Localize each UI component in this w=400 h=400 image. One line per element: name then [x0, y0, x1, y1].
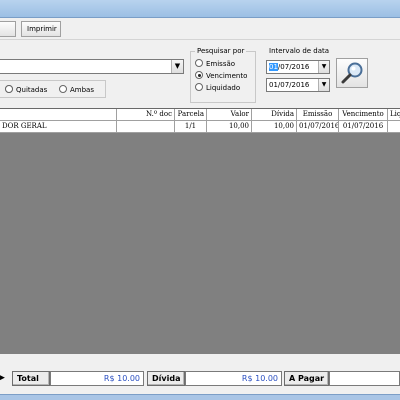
divida-value: R$ 10.00 [185, 371, 282, 386]
column-header-emissao[interactable]: Emissão [297, 109, 339, 121]
start-date-picker[interactable]: 01/07/2016 ▼ [266, 60, 330, 74]
chevron-down-icon[interactable]: ▼ [318, 61, 329, 73]
search-by-emissao-radio[interactable]: Emissão [195, 59, 235, 69]
column-header-name[interactable] [0, 109, 117, 121]
search-by-group: Pesquisar por Emissão Vencimento Liquida… [190, 47, 256, 103]
total-label: Total [12, 371, 50, 386]
cell-liq [388, 121, 400, 133]
column-header-doc[interactable]: N.º doc [117, 109, 175, 121]
date-range-legend: Intervalo de data [267, 47, 332, 55]
status-radio-ambas[interactable]: Ambas [59, 85, 94, 95]
status-radio-group: Quitadas Ambas [0, 80, 106, 98]
end-date-value: 01/07/2016 [269, 81, 310, 89]
search-by-liquidado-radio[interactable]: Liquidado [195, 83, 240, 93]
search-by-vencimento-radio[interactable]: Vencimento [195, 71, 247, 81]
apagar-value [329, 371, 400, 386]
cell-valor: 10,00 [207, 121, 252, 133]
accounts-grid[interactable]: N.º doc Parcela Valor Dívida Emissão Ven… [0, 108, 400, 354]
column-header-liq[interactable]: Liq [388, 109, 400, 121]
column-header-parcela[interactable]: Parcela [175, 109, 207, 121]
toolbar: Imprimir [0, 18, 400, 40]
chevron-down-icon[interactable]: ▼ [318, 79, 329, 91]
cell-emissao: 01/07/2016 [297, 121, 339, 133]
cell-name: DOR GERAL [0, 121, 117, 133]
window-bottom-border [0, 394, 400, 400]
apagar-label: A Pagar [284, 371, 329, 386]
search-by-emissao-label: Emissão [206, 60, 236, 68]
print-button[interactable]: Imprimir [21, 21, 61, 37]
status-radio-quitadas[interactable]: Quitadas [5, 85, 47, 95]
radio-circle-icon [5, 85, 13, 93]
table-row[interactable]: DOR GERAL 1/1 10,00 10,00 01/07/2016 01/… [0, 121, 400, 133]
divida-label: Dívida [147, 371, 185, 386]
column-header-divida[interactable]: Dívida [252, 109, 297, 121]
chevron-down-icon[interactable]: ▼ [171, 60, 183, 73]
status-radio-ambas-label: Ambas [70, 86, 94, 94]
end-date-picker[interactable]: 01/07/2016 ▼ [266, 78, 330, 92]
cell-doc [117, 121, 175, 133]
triangle-right-icon: ▶ [0, 373, 5, 383]
search-button[interactable] [336, 58, 368, 88]
magnifier-icon [341, 62, 363, 84]
status-radio-quitadas-label: Quitadas [16, 86, 48, 94]
search-by-vencimento-label: Vencimento [206, 72, 248, 80]
search-by-legend: Pesquisar por [195, 47, 247, 55]
start-date-day: 01 [269, 63, 278, 71]
grid-header: N.º doc Parcela Valor Dívida Emissão Ven… [0, 109, 400, 121]
cell-vencimento: 01/07/2016 [339, 121, 388, 133]
column-header-vencimento[interactable]: Vencimento [339, 109, 388, 121]
toolbar-button[interactable] [0, 21, 16, 37]
start-date-rest: /07/2016 [277, 63, 310, 71]
cell-divida: 10,00 [252, 121, 297, 133]
cell-parcela: 1/1 [175, 121, 207, 133]
radio-circle-icon [195, 83, 203, 91]
column-header-valor[interactable]: Valor [207, 109, 252, 121]
radio-circle-icon [59, 85, 67, 93]
radio-circle-icon [195, 59, 203, 67]
radio-selected-icon [195, 71, 203, 79]
client-combobox[interactable]: ▼ [0, 59, 184, 74]
search-by-liquidado-label: Liquidado [206, 84, 241, 92]
total-value: R$ 10.00 [50, 371, 144, 386]
window-titlebar [0, 0, 400, 18]
